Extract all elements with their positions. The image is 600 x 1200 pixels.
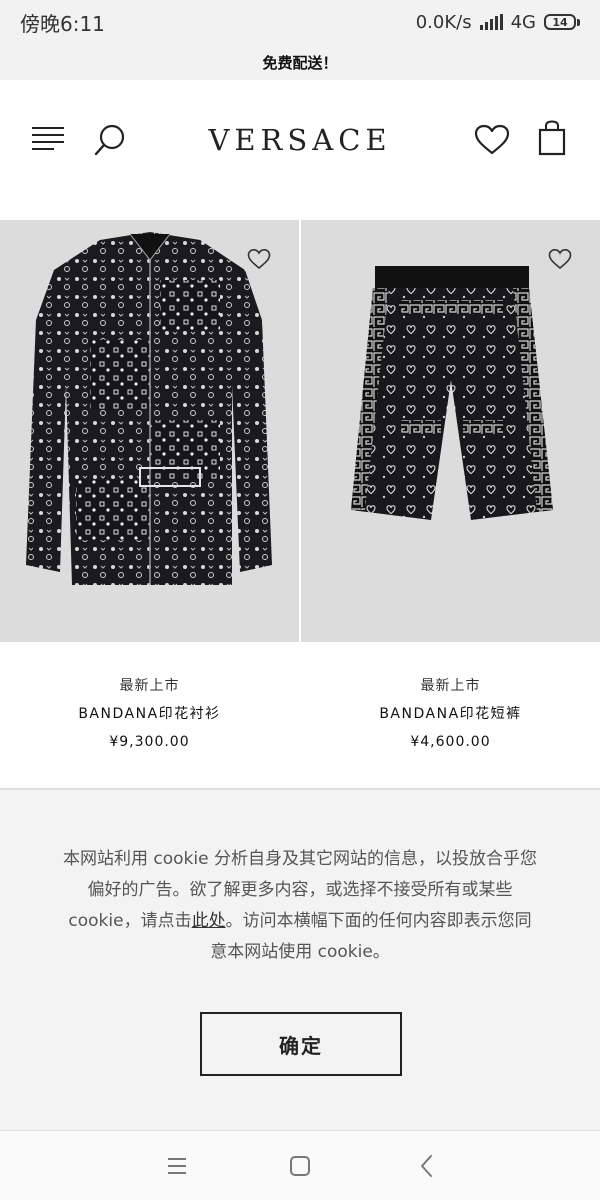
versace-logo[interactable]: VERSACE <box>200 120 400 160</box>
product-card[interactable]: 最新上市 BANDANA印花短裤 ¥4,600.00 <box>301 220 600 790</box>
product-price: ¥4,600.00 <box>410 734 491 750</box>
product-image-shirt[interactable] <box>0 220 299 642</box>
shopping-bag-icon[interactable] <box>538 120 566 156</box>
signal-icon <box>479 14 503 30</box>
cookie-notice-text: 本网站利用 cookie 分析自身及其它网站的信息，以投放合乎您偏好的广告。欲了… <box>60 844 540 968</box>
free-shipping-banner: 免费配送！ <box>0 44 600 80</box>
heart-icon[interactable] <box>474 124 510 156</box>
status-indicators: 0.0K/s 4G 14 <box>416 12 580 33</box>
search-icon[interactable] <box>92 122 128 158</box>
product-info: 最新上市 BANDANA印花短裤 ¥4,600.00 <box>301 675 600 753</box>
site-header: VERSACE <box>0 80 600 200</box>
menu-icon[interactable] <box>32 125 64 153</box>
cookie-text-part2: 。访问本横幅下面的任何内容即表示您同意本网站使用 cookie。 <box>210 911 532 962</box>
status-time: 傍晚6:11 <box>20 11 105 36</box>
status-bar: 傍晚6:11 0.0K/s 4G 14 <box>0 0 600 44</box>
promo-text: 免费配送！ <box>262 53 338 72</box>
favorite-heart-icon[interactable] <box>548 248 572 270</box>
network-speed: 0.0K/s <box>415 11 472 33</box>
product-info: 最新上市 BANDANA印花衬衫 ¥9,300.00 <box>0 675 299 753</box>
battery-level: 14 <box>544 14 576 30</box>
product-image-shorts[interactable] <box>301 220 600 642</box>
product-grid: 最新上市 BANDANA印花衬衫 ¥9,300.00 最新上市 BANDANA印… <box>0 220 600 790</box>
home-square-icon[interactable] <box>287 1153 313 1179</box>
cookie-banner: 本网站利用 cookie 分析自身及其它网站的信息，以投放合乎您偏好的广告。欲了… <box>0 790 600 1130</box>
menu-lines-icon[interactable] <box>164 1153 190 1179</box>
product-card[interactable]: 最新上市 BANDANA印花衬衫 ¥9,300.00 <box>0 220 299 790</box>
product-tag: 最新上市 <box>420 678 481 694</box>
product-name[interactable]: BANDANA印花短裤 <box>301 703 600 725</box>
back-chevron-icon[interactable] <box>414 1153 440 1179</box>
product-tag: 最新上市 <box>119 678 180 694</box>
network-type: 4G <box>510 11 536 33</box>
cookie-policy-link[interactable]: 此处 <box>192 911 226 931</box>
product-name[interactable]: BANDANA印花衬衫 <box>0 703 299 725</box>
confirm-button[interactable]: 确定 <box>200 1012 402 1076</box>
product-price: ¥9,300.00 <box>109 734 190 750</box>
battery-icon: 14 <box>544 14 580 30</box>
favorite-heart-icon[interactable] <box>247 248 271 270</box>
system-nav-bar <box>0 1130 600 1200</box>
